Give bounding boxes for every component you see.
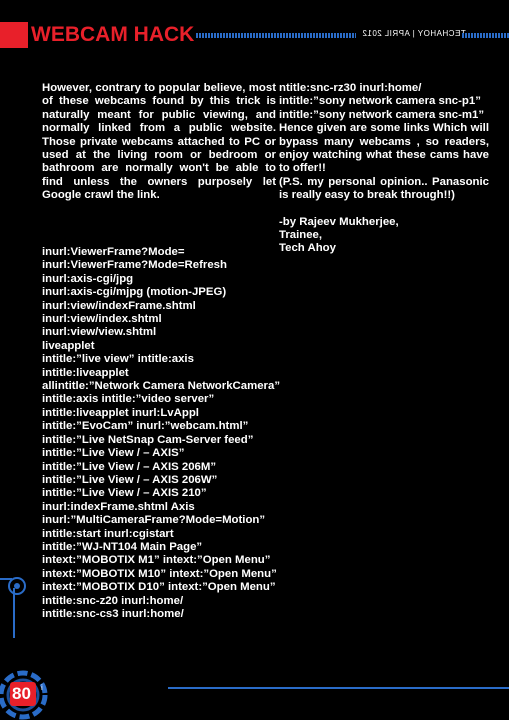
list-item: inurl:ViewerFrame?Mode=Refresh xyxy=(42,259,227,272)
page-number: 80 xyxy=(12,684,31,703)
list-item: intitle:liveapplet inurl:LvAppl xyxy=(42,406,199,419)
list-item: inurl:view/view.shtml xyxy=(42,326,157,339)
byline: -by Rajeev Mukherjee, xyxy=(279,215,399,228)
list-item: intitle:start inurl:cgistart xyxy=(42,527,174,540)
footer-rule xyxy=(168,687,509,689)
ps-note: (P.S. my personal opinion.. Panasonic is… xyxy=(279,175,489,202)
list-item: intitle:”EvoCam” inurl:”webcam.html” xyxy=(42,420,249,433)
list-item: intitle:”sony network camera snc-p1” xyxy=(279,95,481,108)
list-item: allintitle:”Network Camera NetworkCamera… xyxy=(42,380,281,393)
right-column: ntitle:snc-rz30 inurl:home/ intitle:”son… xyxy=(279,82,489,256)
list-item: inurl:ViewerFrame?Mode= xyxy=(42,246,185,258)
list-item: intitle:liveapplet xyxy=(42,366,129,379)
page-title: WEBCAM HACK xyxy=(31,23,195,46)
list-item: intitle:”Live View / – AXIS 206W” xyxy=(42,473,218,486)
list-item: intext:”MOBOTIX M1” intext:”Open Menu” xyxy=(42,554,271,567)
list-item: intitle:”Live View / – AXIS 206M” xyxy=(42,460,217,473)
footer-mark: i xyxy=(41,683,43,692)
list-item: intitle:snc-cs3 inurl:home/ xyxy=(42,607,184,620)
list-item: intitle:”Live View / – AXIS” xyxy=(42,447,185,460)
list-item: intitle:”Live View / – AXIS 210” xyxy=(42,487,207,500)
list-item: ntitle:snc-rz30 inurl:home/ xyxy=(279,82,422,94)
list-item: inurl:”MultiCameraFrame?Mode=Motion” xyxy=(42,514,266,527)
list-item: intitle:”Live NetSnap Cam-Server feed” xyxy=(42,433,254,446)
list-item: intitle:snc-z20 inurl:home/ xyxy=(42,594,184,607)
list-item: inurl:indexFrame.shtml Axis xyxy=(42,500,195,513)
header-red-tab xyxy=(0,22,28,48)
author-org: Tech Ahoy xyxy=(279,242,336,255)
intro-paragraph: However, contrary to popular believe, mo… xyxy=(42,82,276,202)
list-item: inurl:view/indexFrame.shtml xyxy=(42,299,196,312)
list-item: intitle:”live view” intitle:axis xyxy=(42,353,194,366)
issue-label: TECHAHOY | APRIL 2012 xyxy=(362,29,466,38)
target-icon xyxy=(8,577,26,595)
list-item: liveapplet xyxy=(42,339,95,352)
list-item: intitle:”WJ-NT104 Main Page” xyxy=(42,540,203,553)
dork-list: inurl:ViewerFrame?Mode= inurl:ViewerFram… xyxy=(42,246,302,621)
list-item: inurl:view/index.shtml xyxy=(42,313,162,326)
author-role: Trainee, xyxy=(279,229,323,242)
list-item: inurl:axis-cgi/jpg xyxy=(42,272,134,285)
magazine-page: WEBCAM HACK TECHAHOY | APRIL 2012 Howeve… xyxy=(0,0,509,720)
list-item: inurl:axis-cgi/mjpg (motion-JPEG) xyxy=(42,286,227,299)
left-decor-vertical xyxy=(13,588,15,638)
list-item: intext:”MOBOTIX D10” intext:”Open Menu” xyxy=(42,581,276,594)
header-dotted-rule xyxy=(196,33,356,38)
closing-paragraph: Hence given are some links Which will by… xyxy=(279,122,489,175)
list-item: intitle:”sony network camera snc-m1” xyxy=(279,108,485,121)
header-dotted-rule-right xyxy=(462,33,509,38)
list-item: intext:”MOBOTIX M10” intext:”Open Menu” xyxy=(42,567,277,580)
list-item: intitle:axis intitle:”video server” xyxy=(42,393,215,406)
